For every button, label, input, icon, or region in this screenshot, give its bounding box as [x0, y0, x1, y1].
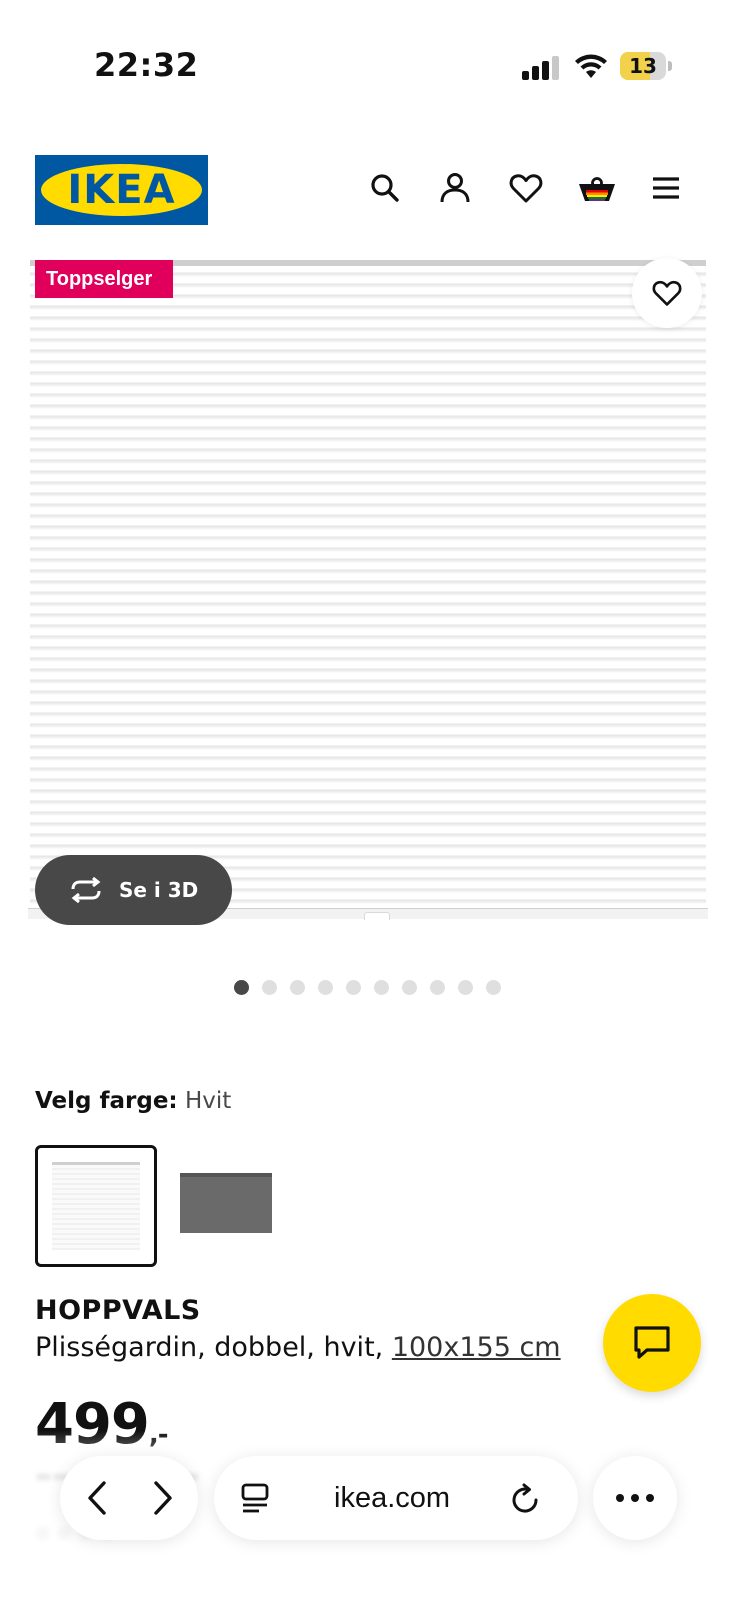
carousel-dot[interactable] [374, 980, 389, 995]
cellular-signal-icon [522, 56, 560, 80]
top-seller-badge: Toppselger [35, 260, 173, 298]
navigation-pill [60, 1456, 198, 1540]
rotate-3d-icon [71, 877, 101, 903]
logo-text: IKEA [67, 167, 176, 213]
reload-icon[interactable] [510, 1482, 542, 1516]
address-bar[interactable]: ikea.com [214, 1456, 578, 1540]
status-bar: 22:32 13 [0, 0, 737, 120]
carousel-dot[interactable] [318, 980, 333, 995]
url-text: ikea.com [334, 1482, 451, 1514]
wifi-icon [575, 54, 607, 78]
carousel-dot[interactable] [290, 980, 305, 995]
color-picker-label: Velg farge: Hvit [35, 1088, 231, 1114]
product-description: Plisségardin, dobbel, hvit, 100x155 cm [35, 1332, 561, 1363]
color-swatch-grey[interactable] [180, 1173, 272, 1233]
chat-icon [634, 1326, 670, 1359]
favourites-icon[interactable] [508, 170, 544, 206]
ikea-logo[interactable]: IKEA [35, 155, 208, 225]
add-to-favourites-button[interactable] [632, 258, 702, 328]
carousel-dot[interactable] [402, 980, 417, 995]
carousel-dot[interactable] [458, 980, 473, 995]
pleated-blind-image [30, 260, 706, 920]
back-icon[interactable] [84, 1480, 112, 1516]
battery-level: 13 [629, 54, 657, 78]
status-time: 22:32 [94, 46, 199, 84]
menu-icon[interactable] [648, 170, 684, 206]
color-swatch-white[interactable] [35, 1145, 157, 1267]
selected-color: Hvit [184, 1088, 232, 1114]
carousel-dot[interactable] [346, 980, 361, 995]
view-3d-label: Se i 3D [119, 878, 199, 902]
carousel-dot[interactable] [262, 980, 277, 995]
heart-icon [652, 280, 682, 306]
shopping-bag-icon[interactable] [577, 170, 617, 206]
more-options-button[interactable] [593, 1456, 677, 1540]
product-image[interactable] [28, 260, 708, 920]
size-link[interactable]: 100x155 cm [392, 1332, 561, 1363]
carousel-dot[interactable] [234, 980, 249, 995]
color-label: Velg farge: [35, 1088, 178, 1114]
profile-icon[interactable] [437, 170, 473, 206]
site-header: IKEA [0, 148, 737, 228]
battery-indicator: 13 [620, 52, 672, 80]
forward-icon[interactable] [148, 1480, 176, 1516]
chat-button[interactable] [603, 1294, 701, 1392]
more-icon [616, 1494, 654, 1502]
product-name: HOPPVALS [35, 1295, 201, 1326]
search-icon[interactable] [367, 170, 403, 206]
carousel-dot[interactable] [430, 980, 445, 995]
reader-mode-icon[interactable] [240, 1482, 270, 1514]
view-3d-button[interactable]: Se i 3D [35, 855, 232, 925]
carousel-dot[interactable] [486, 980, 501, 995]
